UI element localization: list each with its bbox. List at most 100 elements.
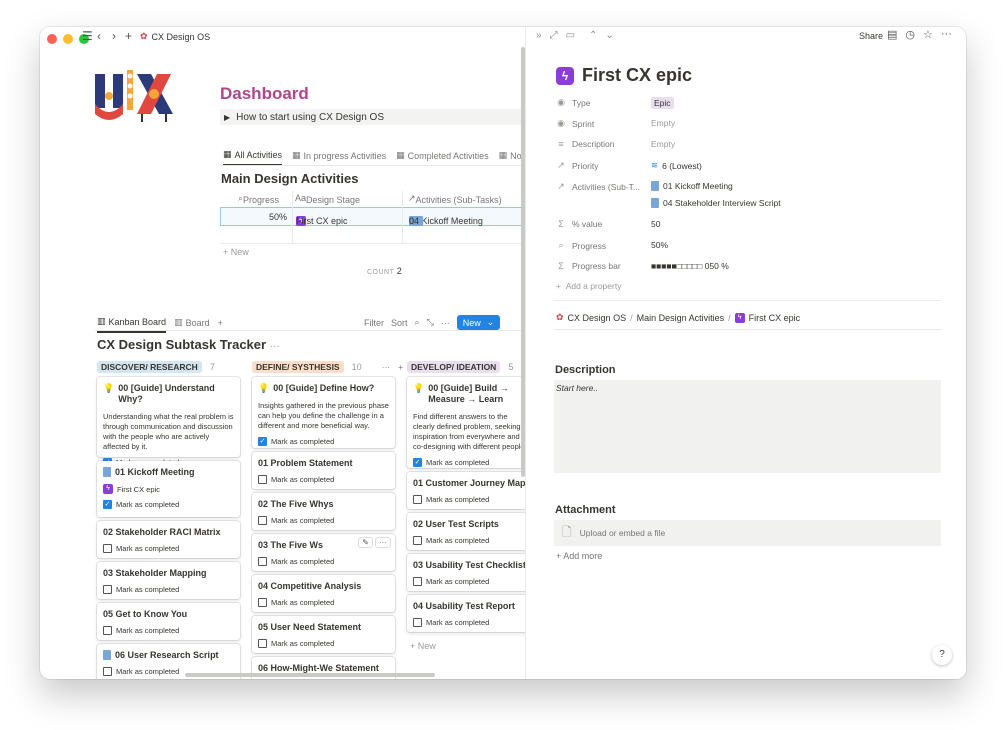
kanban-card[interactable]: 02 Stakeholder RACI Matrix Mark as compl…	[97, 521, 240, 558]
add-property-button[interactable]: + Add a property	[556, 281, 621, 291]
kanban-card[interactable]: 💡 00 [Guide] Understand Why? Understandin…	[97, 377, 240, 467]
mark-completed[interactable]: ✓ Mark as completed	[103, 500, 234, 509]
mark-completed[interactable]: Mark as completed	[413, 577, 525, 586]
column-header-progress[interactable]: ⌕ Progress	[238, 193, 279, 205]
description-editor[interactable]: Start here..	[554, 380, 941, 473]
tab-all-activities[interactable]: ▦ All Activities	[223, 149, 283, 166]
how-to-start-toggle[interactable]: ▶ How to start using CX Design OS	[220, 109, 525, 125]
mark-completed[interactable]: Mark as completed	[103, 585, 234, 594]
plus-icon[interactable]: +	[398, 362, 403, 372]
checkbox-checked[interactable]: ✓	[258, 437, 267, 446]
mark-completed[interactable]: Mark as completed	[103, 626, 234, 635]
kanban-card[interactable]: 02 User Test Scripts Mark as completed	[407, 513, 525, 550]
breadcrumb-item[interactable]: CX Design OS	[568, 313, 627, 323]
kanban-card[interactable]: 03 Stakeholder Mapping Mark as completed	[97, 562, 240, 599]
checkbox[interactable]	[413, 495, 422, 504]
card-relation[interactable]: ϟ First CX epic	[103, 484, 234, 494]
checkbox[interactable]	[103, 667, 112, 676]
checkbox[interactable]	[413, 577, 422, 586]
chevron-down-icon[interactable]: ⌄	[487, 317, 495, 328]
kanban-card[interactable]: 02 The Five Whys Mark as completed	[252, 493, 395, 530]
column-pill[interactable]: DISCOVER/ RESEARCH	[97, 361, 202, 373]
property-progress-bar[interactable]: Σ Progress bar ■■■■■□□□□□ 050 %	[556, 259, 946, 275]
kanban-card[interactable]: 04 Usability Test Report Mark as complet…	[407, 595, 525, 632]
mark-completed[interactable]: Mark as completed	[413, 495, 525, 504]
checkbox[interactable]	[103, 585, 112, 594]
checkbox[interactable]	[413, 536, 422, 545]
property-description[interactable]: ≡ Description Empty	[556, 137, 946, 153]
more-options-icon[interactable]: ···	[941, 28, 952, 41]
mark-completed[interactable]: Mark as completed	[258, 557, 389, 566]
edit-icon[interactable]: ✎	[358, 537, 373, 548]
mark-completed[interactable]: ✓ Mark as completed	[258, 437, 389, 446]
more-options-icon[interactable]: ···	[441, 318, 450, 328]
mark-completed[interactable]: Mark as completed	[413, 618, 525, 627]
kanban-card[interactable]: 💡 00 [Guide] Define How? Insights gathere…	[252, 377, 395, 448]
property-priority[interactable]: ↗ Priority ≋ 6 (Lowest)	[556, 158, 946, 174]
search-icon[interactable]: ⌕	[415, 317, 420, 328]
kanban-card[interactable]: 01 Problem Statement Mark as completed	[252, 452, 395, 489]
more-options-icon[interactable]: ···	[382, 362, 391, 372]
checkbox[interactable]	[258, 516, 267, 525]
column-header-design-stage[interactable]: Aa Design Stage	[295, 193, 360, 205]
activity-link[interactable]: 04 Stakeholder Interview Script	[663, 198, 781, 208]
kanban-card[interactable]: 04 Competitive Analysis Mark as complete…	[252, 575, 395, 612]
property-type[interactable]: ◉ Type Epic	[556, 95, 946, 111]
property-activities[interactable]: ↗ Activities (Sub-T... 01 Kickoff Meeting…	[556, 179, 946, 215]
tab-completed-activities[interactable]: ▦ Completed Activities	[396, 149, 489, 166]
kanban-card[interactable]: 01 Kickoff Meeting ϟ First CX epic ✓ Mark …	[97, 461, 240, 517]
add-page-icon[interactable]: +	[125, 29, 132, 43]
share-button[interactable]: Share	[859, 31, 883, 41]
column-pill[interactable]: DEFINE/ SYSTHESIS	[252, 361, 344, 373]
kanban-card[interactable]: 05 User Need Statement Mark as completed	[252, 616, 395, 653]
page-title-text[interactable]: First CX epic	[582, 65, 692, 86]
checkbox[interactable]	[258, 475, 267, 484]
activity-link[interactable]: 01 Kickoff Meeting	[663, 181, 733, 191]
chevron-down-icon[interactable]: ⌄	[605, 30, 613, 41]
checkbox[interactable]	[103, 544, 112, 553]
new-card-button[interactable]: + New	[410, 641, 436, 651]
upload-file-block[interactable]: 🗋 Upload or embed a file	[554, 520, 941, 546]
checkbox-checked[interactable]: ✓	[413, 458, 422, 467]
new-row-button[interactable]: + New	[223, 247, 249, 257]
column-pill[interactable]: DEVELOP/ IDEATION	[407, 361, 501, 373]
kanban-card[interactable]: 03 The Five Ws ✎ ··· Mark as completed	[252, 534, 395, 571]
checkbox-checked[interactable]: ✓	[103, 500, 112, 509]
star-icon[interactable]: ☆	[923, 28, 933, 41]
add-more-button[interactable]: + Add more	[556, 551, 602, 561]
close-peek-icon[interactable]: »	[536, 30, 542, 41]
comment-icon[interactable]: ▤	[887, 28, 897, 41]
breadcrumb-item[interactable]: First CX epic	[749, 313, 801, 323]
mark-completed[interactable]: Mark as completed	[258, 639, 389, 648]
filter-button[interactable]: Filter	[364, 318, 384, 328]
mark-completed[interactable]: Mark as completed	[258, 475, 389, 484]
mark-completed[interactable]: ✓ Mark as completed	[413, 458, 525, 467]
activity-link[interactable]: 04	[409, 216, 419, 226]
kanban-card[interactable]: 01 Customer Journey Map Mark as complete…	[407, 472, 525, 509]
tab-in-progress-activities[interactable]: ▦ In progress Activities	[292, 149, 386, 166]
table-row[interactable]: 50% ϟ First CX epic 01 Kickoff Meeting 04	[220, 207, 525, 226]
menu-icon[interactable]: ☰	[82, 29, 93, 43]
side-panel-icon[interactable]: ▭	[566, 30, 575, 41]
breadcrumb-item[interactable]: Main Design Activities	[637, 313, 725, 323]
mark-completed[interactable]: Mark as completed	[258, 516, 389, 525]
sort-button[interactable]: Sort	[391, 318, 408, 328]
checkbox[interactable]	[103, 626, 112, 635]
close-window-button[interactable]	[47, 34, 57, 44]
more-options-icon[interactable]: ···	[270, 341, 280, 352]
chevron-up-icon[interactable]: ⌃	[589, 30, 597, 41]
expand-icon[interactable]: ⤡	[427, 317, 434, 328]
property-sprint[interactable]: ◉ Sprint Empty	[556, 116, 946, 132]
column-header-activities[interactable]: ↗ Activities (Sub-Tasks)	[408, 193, 502, 205]
top-breadcrumb[interactable]: ✿ CX Design OS	[140, 31, 210, 42]
horizontal-scrollbar[interactable]	[185, 673, 435, 677]
checkbox[interactable]	[258, 557, 267, 566]
kanban-card[interactable]: 💡 00 [Guide] Build → Measure → Learn Find…	[407, 377, 525, 468]
kanban-card[interactable]: 03 Usability Test Checklist Mark as comp…	[407, 554, 525, 591]
bolt-icon[interactable]: ϟ	[556, 66, 574, 85]
mark-completed[interactable]: Mark as completed	[103, 544, 234, 553]
expand-icon[interactable]: ⤢	[550, 30, 558, 41]
help-button[interactable]: ?	[932, 645, 952, 665]
checkbox[interactable]	[258, 598, 267, 607]
property-progress[interactable]: ⌕ Progress 50%	[556, 238, 946, 254]
